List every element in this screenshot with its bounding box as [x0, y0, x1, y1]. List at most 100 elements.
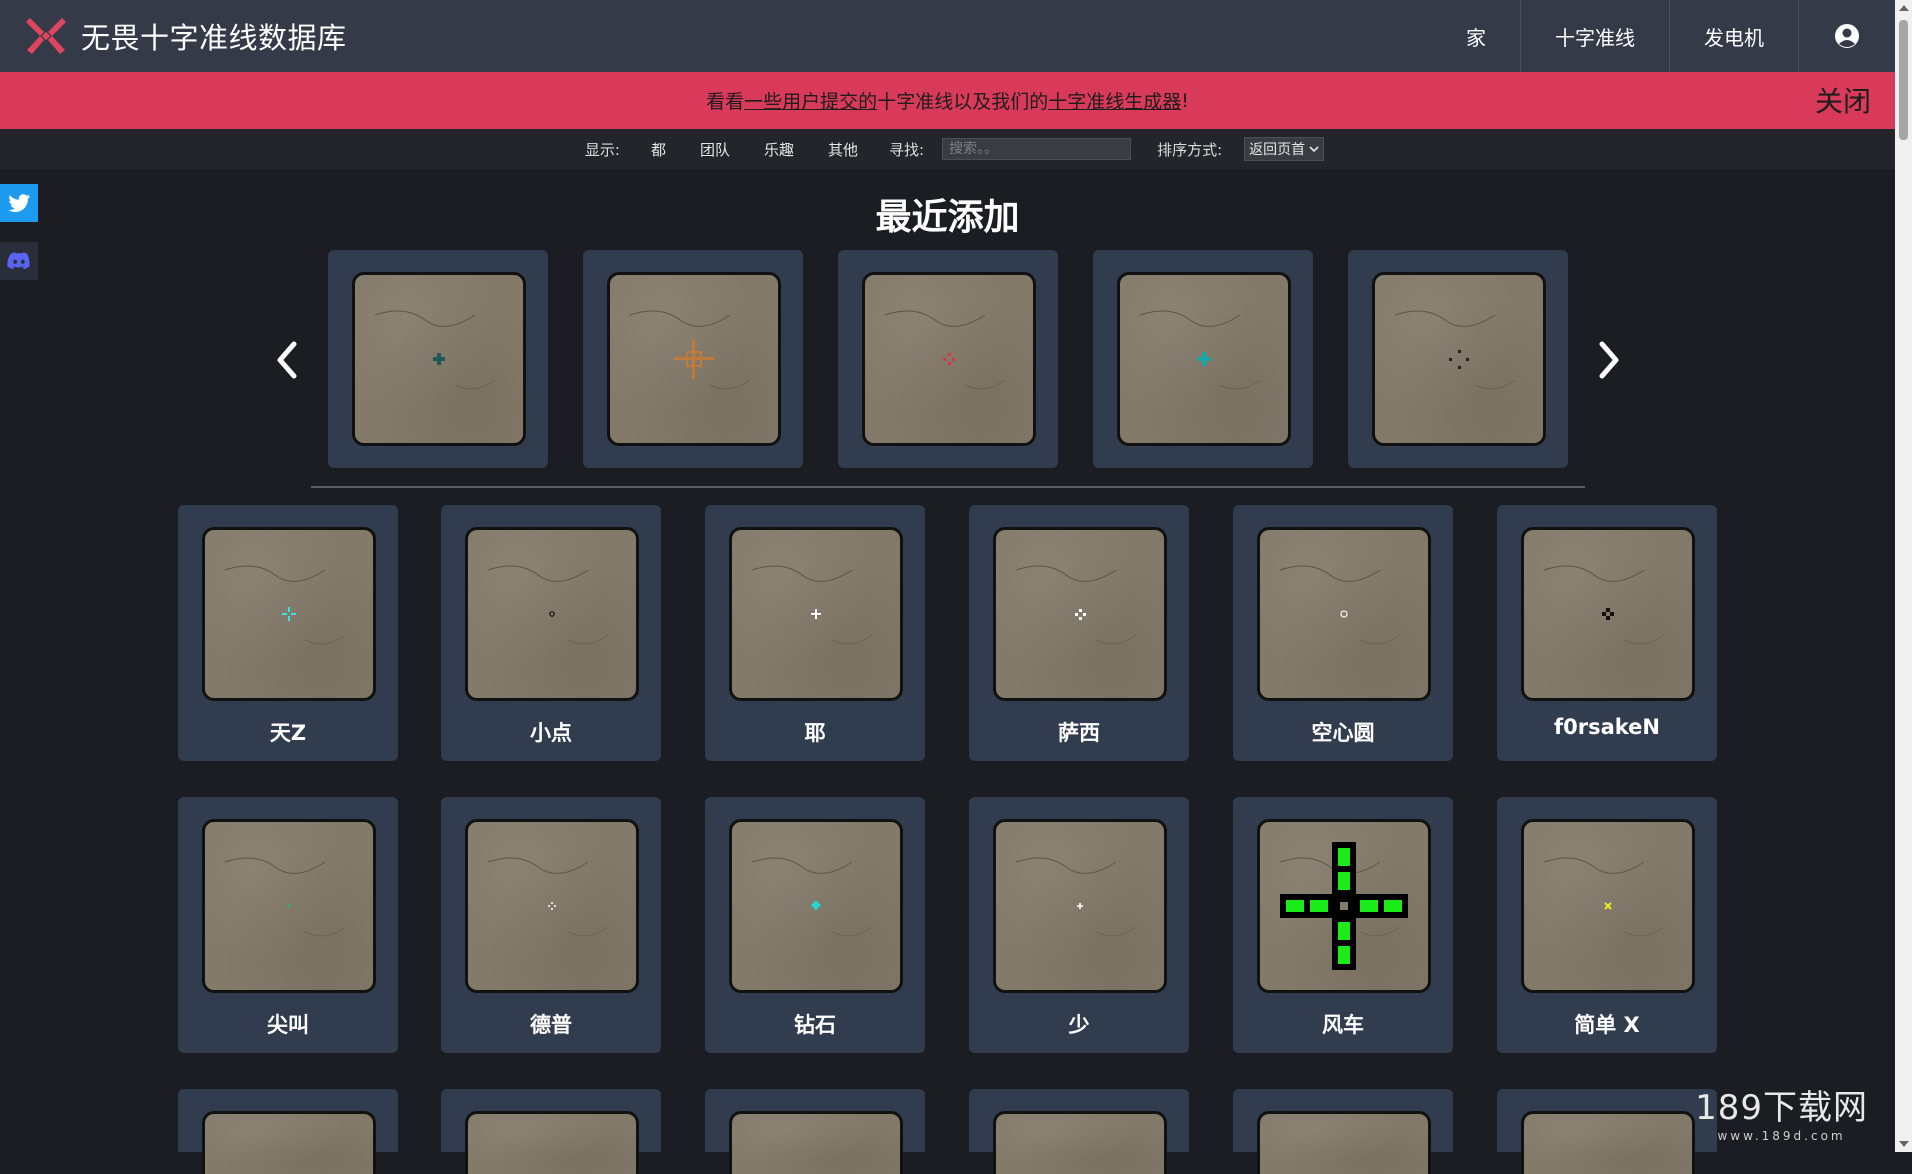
crosshair-card[interactable]: 尖叫 — [178, 797, 398, 1053]
carousel-prev-button[interactable] — [268, 336, 308, 384]
crosshair-card[interactable] — [969, 1089, 1189, 1174]
crosshair-preview — [465, 527, 639, 701]
crosshair-card[interactable]: 萨西 — [969, 505, 1189, 761]
crosshair-preview — [352, 272, 526, 446]
crosshair-name: 萨西 — [1058, 721, 1100, 745]
crosshair-card[interactable]: 耶 — [705, 505, 925, 761]
crosshair-card[interactable] — [1233, 1089, 1453, 1174]
crosshair-name: 小点 — [530, 721, 572, 745]
crosshair-card[interactable]: 钻石 — [705, 797, 925, 1053]
crosshair-card[interactable]: 天Z — [178, 505, 398, 761]
section-divider — [311, 486, 1585, 488]
banner-link-user-submitted[interactable]: 一些用户提交的 — [744, 87, 877, 114]
banner-text-pre: 看看 — [706, 91, 745, 113]
plus-crosshair-icon — [433, 353, 445, 365]
crosshair-name: 少 — [1068, 1013, 1090, 1037]
hollow-circle-crosshair-icon — [1340, 610, 1348, 618]
recently-added-title: 最近添加 — [875, 197, 1020, 238]
crosshair-card[interactable] — [705, 1089, 925, 1174]
crosshair-name: 简单 X — [1574, 1013, 1640, 1037]
recent-card[interactable] — [328, 250, 548, 468]
banner-text-post: ! — [1181, 89, 1189, 112]
black-dots-crosshair-icon — [1602, 608, 1614, 620]
crosshair-name: 空心圆 — [1311, 721, 1375, 745]
white-dots-crosshair-icon — [1075, 609, 1086, 620]
crosshair-preview — [1257, 819, 1431, 993]
crosshair-preview — [1521, 1111, 1695, 1174]
page-scrollbar[interactable] — [1895, 0, 1912, 1152]
watermark: 189下载网 www.189d.com — [1695, 1080, 1868, 1143]
crosshair-preview — [993, 527, 1167, 701]
cyan-plus-crosshair-icon — [282, 607, 296, 621]
nav-home[interactable]: 家 — [1432, 0, 1520, 72]
recent-card[interactable] — [838, 250, 1058, 468]
nav-generator[interactable]: 发电机 — [1669, 0, 1798, 72]
crosshair-card[interactable]: f0rsakeN — [1497, 505, 1717, 761]
logo-x-icon — [26, 18, 66, 54]
banner-text-mid: 十字准线以及我们的 — [877, 91, 1049, 113]
crosshair-card[interactable]: 德普 — [441, 797, 661, 1053]
filter-team[interactable]: 团队 — [700, 139, 730, 160]
crosshair-name: 德普 — [530, 1013, 572, 1037]
main-nav: 家 十字准线 发电机 — [1432, 0, 1895, 72]
crosshair-card[interactable] — [1497, 1089, 1717, 1174]
crosshair-preview — [729, 819, 903, 993]
crosshair-name: f0rsakeN — [1554, 715, 1660, 739]
crosshair-name: 耶 — [804, 721, 826, 745]
crosshair-card[interactable]: 空心圆 — [1233, 505, 1453, 761]
show-label: 显示: — [584, 140, 620, 159]
crosshair-preview — [202, 819, 376, 993]
tiny-dots-crosshair-icon — [548, 902, 556, 910]
crosshair-card[interactable]: 风车 — [1233, 797, 1453, 1053]
green-dot-crosshair-icon — [287, 904, 291, 908]
crosshair-card[interactable]: 少 — [969, 797, 1189, 1053]
crosshair-card[interactable]: 小点 — [441, 505, 661, 761]
diamond-crosshair-icon — [811, 900, 821, 911]
carousel-next-button[interactable] — [1588, 336, 1628, 384]
brand[interactable]: 无畏十字准线数据库 — [24, 14, 347, 58]
filter-fun[interactable]: 乐趣 — [764, 139, 794, 160]
banner-link-generator[interactable]: 十字准线生成器 — [1048, 87, 1181, 114]
crosshair-preview — [202, 527, 376, 701]
crosshair-preview — [1521, 527, 1695, 701]
search-label: 寻找: — [889, 140, 925, 159]
recent-card[interactable] — [1348, 250, 1568, 468]
teal-plus-crosshair-icon — [1197, 352, 1211, 366]
watermark-main: 189下载网 — [1695, 1088, 1868, 1128]
small-plus-crosshair-icon — [1077, 903, 1083, 909]
crosshair-name: 钻石 — [794, 1013, 836, 1037]
search-input[interactable] — [942, 138, 1132, 160]
crosshair-preview — [1372, 272, 1546, 446]
discord-link[interactable] — [0, 242, 38, 280]
filter-all[interactable]: 都 — [651, 139, 666, 160]
banner-close-button[interactable]: 关闭 — [1815, 80, 1871, 120]
recent-card[interactable] — [583, 250, 803, 468]
announcement-banner: 看看 一些用户提交的 十字准线以及我们的 十字准线生成器! 关闭 — [0, 72, 1895, 129]
chevron-right-icon — [1599, 341, 1619, 379]
windmill-crosshair-icon — [1280, 842, 1408, 970]
user-circle-icon — [1835, 24, 1859, 48]
crosshair-preview — [993, 819, 1167, 993]
filter-bar: 显示: 都 团队 乐趣 其他 寻找: 排序方式: 返回页首 — [0, 129, 1895, 169]
scroll-up-arrow-icon[interactable] — [1899, 5, 1909, 11]
recent-card[interactable] — [1093, 250, 1313, 468]
crosshair-card[interactable]: 简单 X — [1497, 797, 1717, 1053]
white-plus-crosshair-icon — [811, 609, 821, 619]
nav-user-account[interactable] — [1798, 0, 1895, 72]
yellow-x-crosshair-icon — [1604, 902, 1612, 910]
crosshair-preview — [465, 1111, 639, 1174]
sort-select[interactable]: 返回页首 — [1244, 137, 1325, 161]
scroll-thumb[interactable] — [1899, 20, 1908, 140]
discord-icon — [7, 252, 30, 270]
crosshair-preview — [729, 1111, 903, 1174]
crosshair-preview — [729, 527, 903, 701]
crosshair-card[interactable] — [441, 1089, 661, 1174]
crosshair-card[interactable] — [178, 1089, 398, 1174]
chevron-left-icon — [277, 341, 297, 379]
nav-crosshairs[interactable]: 十字准线 — [1520, 0, 1669, 72]
crosshair-preview — [862, 272, 1036, 446]
crosshair-name: 天Z — [269, 721, 307, 745]
scroll-down-arrow-icon[interactable] — [1899, 1141, 1909, 1147]
filter-other[interactable]: 其他 — [828, 139, 858, 160]
red-dots-crosshair-icon — [943, 353, 955, 365]
